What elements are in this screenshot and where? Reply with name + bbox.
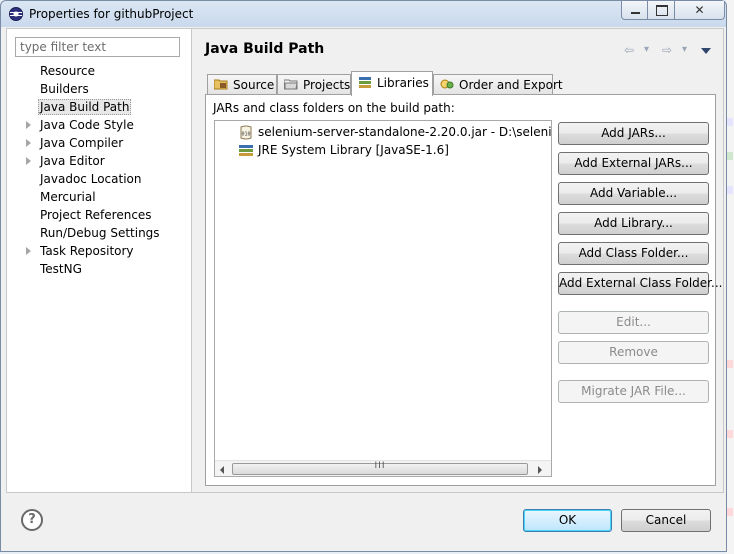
tree-item-java-compiler[interactable]: Java Compiler: [7, 134, 192, 152]
minimize-button[interactable]: [621, 1, 648, 20]
tree-item-label: Java Editor: [40, 154, 105, 168]
tree-item-resource[interactable]: Resource: [7, 62, 192, 80]
tree-item-project-references[interactable]: Project References: [7, 206, 192, 224]
forward-arrow-icon[interactable]: ⇨: [662, 43, 672, 57]
list-item-label: selenium-server-standalone-2.20.0.jar - …: [258, 125, 552, 139]
tree-item-label: Java Code Style: [40, 118, 134, 132]
window-title: Properties for githubProject: [29, 7, 194, 21]
tab-order-and-export[interactable]: Order and Export: [433, 74, 563, 95]
tree-item-label: Java Build Path: [38, 99, 132, 115]
tree-item-builders[interactable]: Builders: [7, 80, 192, 98]
maximize-button[interactable]: [648, 1, 675, 20]
property-page-content: Java Build Path ⇦ ▾ ⇨ ▾ Source Projects: [191, 28, 724, 493]
remove-button[interactable]: Remove: [558, 341, 709, 364]
scroll-right-icon[interactable]: [538, 466, 542, 474]
tree-item-javadoc-location[interactable]: Javadoc Location: [7, 170, 192, 188]
horizontal-scrollbar[interactable]: III: [215, 460, 551, 476]
order-export-icon: [440, 76, 454, 89]
tree-item-java-editor[interactable]: Java Editor: [7, 152, 192, 170]
tree-item-testng[interactable]: TestNG: [7, 260, 192, 278]
tree-item-run-debug-settings[interactable]: Run/Debug Settings: [7, 224, 192, 242]
add-jars-button[interactable]: Add JARs...: [558, 122, 709, 145]
jar-file-icon: 010: [238, 125, 254, 140]
page-title: Java Build Path: [205, 41, 325, 57]
edit-button[interactable]: Edit...: [558, 311, 709, 334]
tree-item-java-build-path[interactable]: Java Build Path: [7, 98, 192, 116]
close-icon: ✕: [694, 3, 705, 17]
help-icon[interactable]: ?: [21, 509, 43, 531]
expand-arrow-icon[interactable]: [26, 139, 31, 147]
tab-source[interactable]: Source: [207, 74, 277, 95]
property-page-tree-pane: Resource Builders Java Build Path Java Code…: [6, 28, 191, 493]
list-item-label: JRE System Library [JavaSE-1.6]: [258, 143, 449, 157]
projects-folder-icon: [283, 76, 298, 90]
back-arrow-icon[interactable]: ⇦: [624, 43, 634, 57]
cancel-button[interactable]: Cancel: [621, 509, 711, 532]
scrollbar-grip-icon: III: [374, 461, 386, 471]
background-editor-edge: [726, 0, 734, 554]
add-class-folder-button[interactable]: Add Class Folder...: [558, 242, 709, 265]
tab-libraries-label: Libraries: [377, 76, 429, 90]
tree-item-task-repository[interactable]: Task Repository: [7, 242, 192, 260]
tree-item-label: Javadoc Location: [40, 172, 142, 186]
view-menu-icon[interactable]: [701, 48, 711, 54]
tree-item-label: Run/Debug Settings: [40, 226, 160, 240]
properties-dialog: Properties for githubProject ✕ Resource B…: [0, 0, 727, 552]
tree-item-label: Resource: [40, 64, 96, 78]
tab-libraries[interactable]: Libraries: [351, 71, 433, 96]
build-path-entries-list[interactable]: 010 selenium-server-standalone-2.20.0.ja…: [214, 120, 552, 477]
tree-item-label: Java Compiler: [40, 136, 124, 150]
source-folder-icon: [213, 76, 228, 90]
libraries-tab-panel: JARs and class folders on the build path…: [205, 94, 722, 486]
add-external-jars-button[interactable]: Add External JARs...: [558, 152, 709, 175]
tab-source-label: Source: [233, 78, 275, 92]
add-variable-button[interactable]: Add Variable...: [558, 182, 709, 205]
window-controls: ✕: [621, 1, 725, 20]
forward-history-dropdown-icon[interactable]: ▾: [682, 43, 687, 57]
expand-arrow-icon[interactable]: [26, 121, 31, 129]
tab-projects[interactable]: Projects: [277, 74, 351, 95]
tree-item-label: Project References: [40, 208, 152, 222]
filter-input[interactable]: [15, 37, 180, 57]
property-page-tree: Resource Builders Java Build Path Java Code…: [7, 62, 192, 278]
jre-library-icon: [238, 143, 254, 158]
back-history-dropdown-icon[interactable]: ▾: [644, 43, 649, 57]
expand-arrow-icon[interactable]: [26, 157, 31, 165]
ok-button[interactable]: OK: [523, 509, 612, 532]
eclipse-icon: [9, 7, 23, 21]
add-external-class-folder-button[interactable]: Add External Class Folder...: [558, 272, 722, 295]
close-button[interactable]: ✕: [675, 1, 725, 20]
scrollbar-thumb[interactable]: III: [232, 461, 528, 475]
build-path-list-label: JARs and class folders on the build path…: [213, 101, 455, 115]
libraries-icon: [358, 73, 372, 88]
tab-order-and-export-label: Order and Export: [459, 78, 563, 92]
tree-item-java-code-style[interactable]: Java Code Style: [7, 116, 192, 134]
tree-item-label: Task Repository: [40, 244, 134, 258]
scroll-left-icon[interactable]: [220, 466, 224, 474]
tree-item-mercurial[interactable]: Mercurial: [7, 188, 192, 206]
tree-item-label: Builders: [40, 82, 89, 96]
tree-item-label: Mercurial: [40, 190, 96, 204]
tab-projects-label: Projects: [303, 78, 351, 92]
title-bar[interactable]: Properties for githubProject ✕: [1, 1, 726, 27]
expand-arrow-icon[interactable]: [26, 247, 31, 255]
tree-item-label: TestNG: [40, 262, 82, 276]
add-library-button[interactable]: Add Library...: [558, 212, 709, 235]
svg-text:010: 010: [241, 132, 250, 138]
migrate-jar-file-button[interactable]: Migrate JAR File...: [558, 380, 709, 403]
